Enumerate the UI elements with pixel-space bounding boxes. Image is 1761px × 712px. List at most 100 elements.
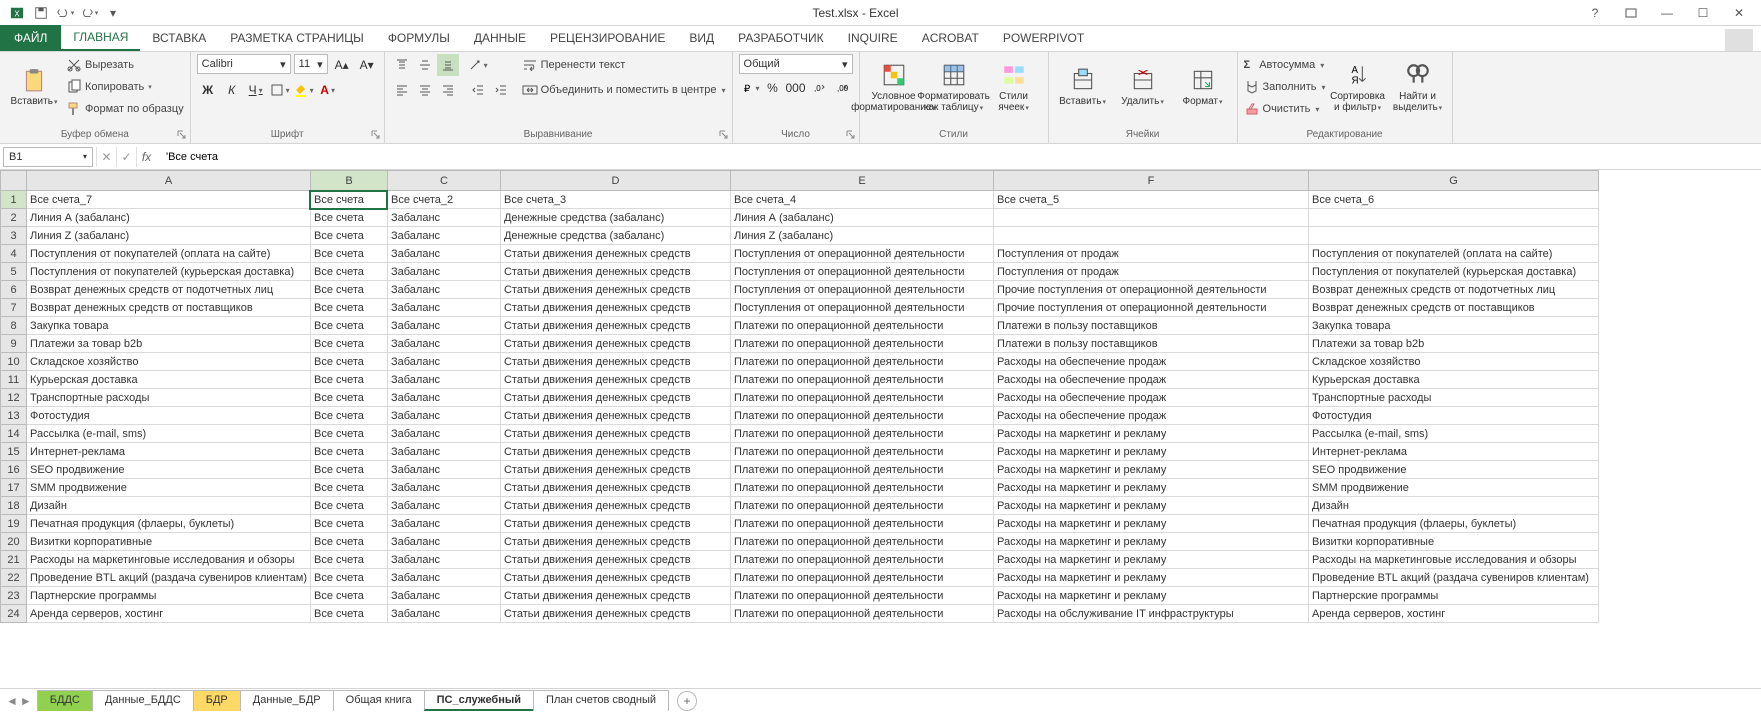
cell[interactable]: Расходы на обслуживание IT инфраструктур…	[993, 605, 1308, 623]
cell[interactable]: Все счета_2	[387, 191, 500, 209]
cell[interactable]: Статьи движения денежных средств	[500, 425, 730, 443]
cell[interactable]: Курьерская доставка	[27, 371, 311, 389]
cell[interactable]: Прочие поступления от операционной деяте…	[993, 299, 1308, 317]
cell[interactable]: Курьерская доставка	[1308, 371, 1598, 389]
cell[interactable]: Прочие поступления от операционной деяте…	[993, 281, 1308, 299]
cell[interactable]: Статьи движения денежных средств	[500, 533, 730, 551]
cell[interactable]: Платежи по операционной деятельности	[730, 371, 993, 389]
cell[interactable]: SMM продвижение	[1308, 479, 1598, 497]
spreadsheet-grid[interactable]: ABCDEFG1Все счета_7Все счетаВсе счета_2В…	[0, 170, 1761, 688]
cell[interactable]: Партнерские программы	[1308, 587, 1598, 605]
cell[interactable]: Забаланс	[387, 479, 500, 497]
sheet-tab-Общая книга[interactable]: Общая книга	[333, 690, 425, 711]
cell[interactable]: Все счета	[310, 443, 387, 461]
column-header-F[interactable]: F	[993, 171, 1308, 191]
cell[interactable]: Статьи движения денежных средств	[500, 515, 730, 533]
bottom-align-icon[interactable]	[437, 54, 459, 76]
cell[interactable]: Платежи по операционной деятельности	[730, 461, 993, 479]
format-painter-button[interactable]: Формат по образцу	[66, 98, 184, 120]
row-header[interactable]: 8	[1, 317, 27, 335]
name-box[interactable]: B1▾	[3, 147, 93, 167]
cell[interactable]: Все счета	[310, 371, 387, 389]
cell[interactable]: Фотостудия	[1308, 407, 1598, 425]
cell[interactable]: Платежи по операционной деятельности	[730, 551, 993, 569]
cell[interactable]: Статьи движения денежных средств	[500, 353, 730, 371]
conditional-formatting-button[interactable]: Условное форматирование	[866, 54, 922, 120]
format-cells-button[interactable]: Формат	[1175, 54, 1231, 120]
cell[interactable]: Все счета_6	[1308, 191, 1598, 209]
cell[interactable]: Все счета	[310, 353, 387, 371]
align-left-icon[interactable]	[391, 79, 413, 101]
sheet-tab-Данные_БДДС[interactable]: Данные_БДДС	[92, 690, 194, 711]
cell[interactable]: Забаланс	[387, 587, 500, 605]
cell[interactable]: Все счета_7	[27, 191, 311, 209]
font-name-select[interactable]: Calibri▾	[197, 54, 291, 74]
increase-indent-icon[interactable]	[490, 79, 512, 101]
sheet-tab-План счетов сводный[interactable]: План счетов сводный	[533, 690, 669, 711]
file-tab[interactable]: ФАЙЛ	[0, 25, 61, 51]
ribbon-options-icon[interactable]	[1617, 3, 1645, 23]
cell[interactable]: Проведение BTL акций (раздача сувениров …	[27, 569, 311, 587]
cell[interactable]: Визитки корпоративные	[27, 533, 311, 551]
cell[interactable]: Все счета	[310, 461, 387, 479]
cell[interactable]: Забаланс	[387, 317, 500, 335]
delete-cells-button[interactable]: Удалить	[1115, 54, 1171, 120]
row-header[interactable]: 13	[1, 407, 27, 425]
fill-button[interactable]: Заполнить	[1244, 76, 1326, 98]
cell[interactable]: Забаланс	[387, 335, 500, 353]
sheet-tab-Данные_БДР[interactable]: Данные_БДР	[240, 690, 334, 711]
cut-button[interactable]: Вырезать	[66, 54, 184, 76]
cell[interactable]: Расходы на маркетинговые исследования и …	[27, 551, 311, 569]
cell[interactable]: Статьи движения денежных средств	[500, 587, 730, 605]
cell[interactable]: Рассылка (e-mail, sms)	[1308, 425, 1598, 443]
cell[interactable]: Забаланс	[387, 569, 500, 587]
cell[interactable]: Возврат денежных средств от подотчетных …	[1308, 281, 1598, 299]
cell[interactable]: Линия А (забаланс)	[27, 209, 311, 227]
cell[interactable]: Расходы на маркетинг и рекламу	[993, 515, 1308, 533]
ribbon-tab-разработчик[interactable]: РАЗРАБОТЧИК	[726, 25, 836, 51]
cell[interactable]: Все счета	[310, 479, 387, 497]
column-header-C[interactable]: C	[387, 171, 500, 191]
cell[interactable]: Поступления от операционной деятельности	[730, 299, 993, 317]
row-header[interactable]: 7	[1, 299, 27, 317]
select-all-corner[interactable]	[1, 171, 27, 191]
cell[interactable]: Платежи по операционной деятельности	[730, 317, 993, 335]
cell[interactable]: Аренда серверов, хостинг	[27, 605, 311, 623]
cell[interactable]: Все счета	[310, 191, 387, 209]
cell[interactable]: Платежи по операционной деятельности	[730, 587, 993, 605]
row-header[interactable]: 17	[1, 479, 27, 497]
font-size-select[interactable]: 11▾	[294, 54, 328, 74]
row-header[interactable]: 11	[1, 371, 27, 389]
column-header-D[interactable]: D	[500, 171, 730, 191]
cell[interactable]: SEO продвижение	[1308, 461, 1598, 479]
cell[interactable]: Статьи движения денежных средств	[500, 551, 730, 569]
ribbon-tab-powerpivot[interactable]: POWERPIVOT	[991, 25, 1096, 51]
cell[interactable]: Проведение BTL акций (раздача сувениров …	[1308, 569, 1598, 587]
cell[interactable]: Платежи по операционной деятельности	[730, 389, 993, 407]
merge-center-button[interactable]: Объединить и поместить в центре	[522, 79, 726, 101]
cell[interactable]: Платежи по операционной деятельности	[730, 407, 993, 425]
fx-icon[interactable]: fx	[136, 147, 156, 167]
column-header-B[interactable]: B	[310, 171, 387, 191]
cell[interactable]: Все счета_5	[993, 191, 1308, 209]
cell[interactable]: Поступления от покупателей (курьерская д…	[1308, 263, 1598, 281]
qat-customize-icon[interactable]: ▾	[102, 2, 124, 24]
cell[interactable]: Платежи по операционной деятельности	[730, 515, 993, 533]
cell[interactable]: Расходы на маркетинг и рекламу	[993, 497, 1308, 515]
row-header[interactable]: 16	[1, 461, 27, 479]
middle-align-icon[interactable]	[414, 54, 436, 76]
ribbon-tab-главная[interactable]: ГЛАВНАЯ	[61, 25, 140, 51]
row-header[interactable]: 18	[1, 497, 27, 515]
sheet-tab-ПС_служебный[interactable]: ПС_служебный	[424, 690, 534, 711]
dialog-launcher-icon[interactable]	[718, 129, 730, 141]
formula-input[interactable]	[160, 147, 1761, 167]
cell[interactable]: Платежи по операционной деятельности	[730, 353, 993, 371]
sort-filter-button[interactable]: AЯСортировка и фильтр	[1330, 54, 1386, 120]
cell[interactable]: Статьи движения денежных средств	[500, 281, 730, 299]
decrease-decimal-icon[interactable]: ,00	[831, 77, 853, 99]
underline-button[interactable]: Ч	[245, 79, 267, 101]
cell[interactable]: Все счета	[310, 209, 387, 227]
cell[interactable]: Статьи движения денежных средств	[500, 605, 730, 623]
cell[interactable]: Дизайн	[1308, 497, 1598, 515]
cell[interactable]: Возврат денежных средств от поставщиков	[27, 299, 311, 317]
